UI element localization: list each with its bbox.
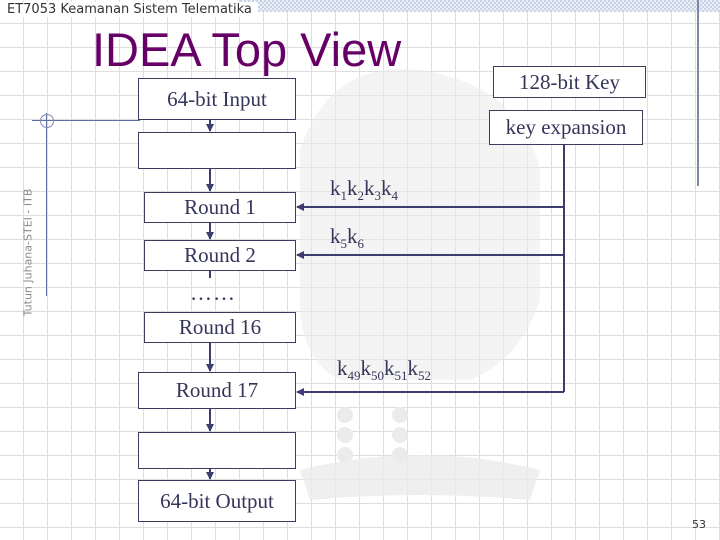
initial-transform-box xyxy=(138,132,296,169)
subkey-base: k xyxy=(330,176,341,200)
subkey-base: k xyxy=(364,176,375,200)
subkey-base: k xyxy=(347,176,358,200)
round-box: Round 1 xyxy=(144,192,296,223)
subkey-base: k xyxy=(330,224,341,248)
subkey-base: k xyxy=(381,176,392,200)
page-number: 53 xyxy=(692,518,706,531)
subkey-index: 49 xyxy=(347,368,361,383)
subkey-base: k xyxy=(337,356,348,380)
subkey-index: 6 xyxy=(357,236,365,251)
final-transform-box xyxy=(138,432,296,469)
round-box: Round 16 xyxy=(144,312,296,343)
subkey-index: 50 xyxy=(371,368,384,383)
output-box: 64-bit Output xyxy=(138,480,296,522)
subkey-label-round17: k49k50k51k52 xyxy=(337,356,431,384)
round-box: Round 17 xyxy=(138,372,296,409)
input-box: 64-bit Input xyxy=(138,78,296,120)
key-box: 128-bit Key xyxy=(493,66,646,98)
subkey-base: k xyxy=(347,224,358,248)
subkey-label-round1: k1k2k3k4 xyxy=(330,176,398,204)
round-box: Round 2 xyxy=(144,240,296,271)
ellipsis: …… xyxy=(190,280,236,305)
subkey-base: k xyxy=(407,356,419,380)
subkey-base: k xyxy=(384,356,395,380)
subkey-label-round2: k5k6 xyxy=(330,224,364,252)
subkey-index: 4 xyxy=(391,188,399,203)
key-expansion-box: key expansion xyxy=(489,110,643,145)
subkey-base: k xyxy=(360,356,372,380)
subkey-index: 51 xyxy=(394,368,408,383)
subkey-index: 52 xyxy=(418,368,431,383)
